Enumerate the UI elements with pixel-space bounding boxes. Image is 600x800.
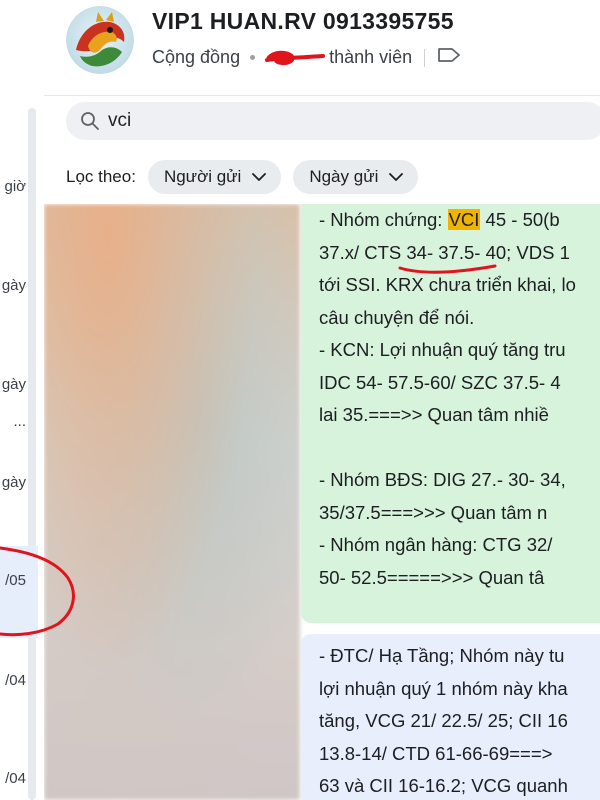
community-label: Cộng đồng	[152, 47, 241, 67]
message-line: câu chuyện để nói.	[319, 306, 475, 328]
chevron-down-icon	[252, 173, 267, 181]
search-result-message[interactable]: - Nhóm chứng: VCI 45 - 50(b 37.x/ CTS 34…	[301, 204, 600, 623]
message-line: lợi nhuận quý 1 nhóm này kha	[319, 677, 568, 699]
conversation-header: VIP1 HUAN.RV 0913395755 Cộng đồng thành …	[44, 0, 600, 96]
conversation-time-label: /04	[5, 770, 26, 787]
search-icon	[80, 111, 100, 136]
message-line: 63 và CII 16-16.2; VCG quanh	[319, 775, 568, 796]
message-text: 45 - 50(b	[480, 209, 560, 230]
group-avatar[interactable]	[66, 6, 134, 74]
filter-date-dropdown[interactable]: Ngày gửi	[293, 160, 419, 194]
chevron-down-icon	[389, 173, 404, 181]
conversation-preview-ellipsis: ...	[13, 413, 26, 430]
search-match-highlight: VCI	[447, 209, 481, 230]
conversation-time-label: gày	[1, 474, 26, 491]
message-line: 50- 52.5=====>>> Quan tâ	[319, 566, 545, 588]
search-result-message[interactable]: - ĐTC/ Hạ Tầng; Nhóm này tu lợi nhuận qu…	[301, 634, 600, 800]
conversation-time-label: giờ	[4, 178, 26, 195]
filter-sender-label: Người gửi	[163, 167, 242, 186]
conversation-time-label: /04	[5, 672, 26, 689]
message-line: - KCN: Lợi nhuận quý tăng tru	[319, 339, 566, 360]
message-search-bar[interactable]	[66, 102, 600, 140]
selected-conversation-highlight[interactable]	[0, 546, 38, 638]
message-line: 37.x/ CTS 34- 37.5- 40; VDS 1	[319, 241, 570, 263]
conversation-time-label: gày	[1, 277, 26, 294]
group-title[interactable]: VIP1 HUAN.RV 0913395755	[152, 8, 454, 35]
filter-sender-dropdown[interactable]: Người gửi	[147, 160, 282, 194]
filter-label: Lọc theo:	[66, 167, 136, 186]
blurred-image-attachment[interactable]	[44, 204, 300, 800]
message-line: - ĐTC/ Hạ Tầng; Nhóm này tu	[319, 645, 565, 666]
tag-icon[interactable]	[437, 46, 461, 69]
message-line: IDC 54- 57.5-60/ SZC 37.5- 4	[319, 371, 561, 393]
members-label: thành viên	[329, 47, 413, 67]
conversation-list-scrollbar[interactable]	[28, 108, 36, 800]
search-results[interactable]: - Nhóm chứng: VCI 45 - 50(b 37.x/ CTS 34…	[44, 204, 600, 800]
search-input[interactable]	[108, 108, 588, 134]
message-text: - Nhóm chứng:	[319, 209, 448, 230]
message-line: - Nhóm chứng: VCI 45 - 50(b	[319, 204, 600, 237]
message-line-blank	[319, 432, 600, 465]
separator-dot	[250, 55, 256, 60]
message-line: - Nhóm ngân hàng: CTG 32/	[319, 534, 553, 555]
message-line: tới SSI. KRX chưa triển khai, lo	[319, 274, 576, 295]
message-line: 13.8-14/ CTD 61-66-69===>	[319, 742, 553, 764]
header-divider	[424, 48, 426, 67]
message-line: tăng, VCG 21/ 22.5/ 25; CII 16	[319, 710, 568, 731]
member-count-redacted	[265, 48, 326, 68]
message-line: 35/37.5===>>> Quan tâm n	[319, 501, 548, 523]
conversation-time-label: gày	[1, 376, 26, 393]
conversation-time-label: /05	[5, 572, 26, 589]
filter-row: Lọc theo: Người gửi Ngày gửi	[66, 160, 430, 194]
group-subtitle: Cộng đồng thành viên	[152, 46, 461, 69]
message-line: lai 35.===>> Quan tâm nhiề	[319, 404, 549, 425]
conversation-list-strip: giờ gày gày ... gày /05 /04 /04	[0, 0, 44, 800]
message-line: - Nhóm BĐS: DIG 27.- 30- 34,	[319, 469, 566, 490]
filter-date-label: Ngày gửi	[309, 167, 379, 186]
